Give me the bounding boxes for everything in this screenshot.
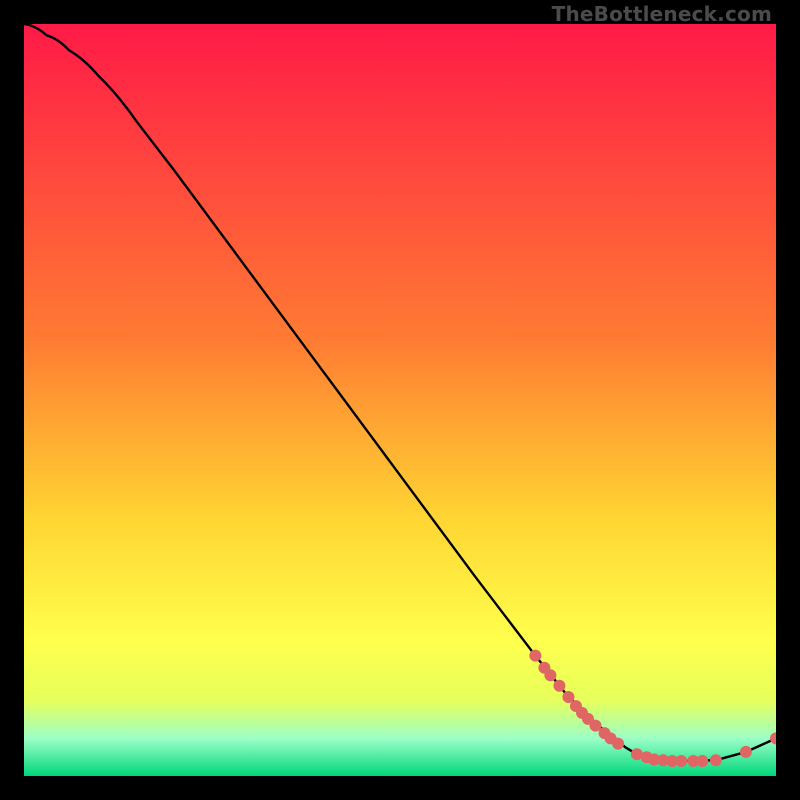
data-marker [696, 755, 708, 767]
data-marker [675, 755, 687, 767]
chart-stage: TheBottleneck.com [0, 0, 800, 800]
data-marker [544, 669, 556, 681]
watermark-text: TheBottleneck.com [552, 4, 772, 24]
data-marker [553, 680, 565, 692]
data-marker [529, 650, 541, 662]
data-marker [740, 746, 752, 758]
bottleneck-chart [24, 24, 776, 776]
gradient-background [24, 24, 776, 776]
data-marker [612, 738, 624, 750]
data-marker [710, 754, 722, 766]
